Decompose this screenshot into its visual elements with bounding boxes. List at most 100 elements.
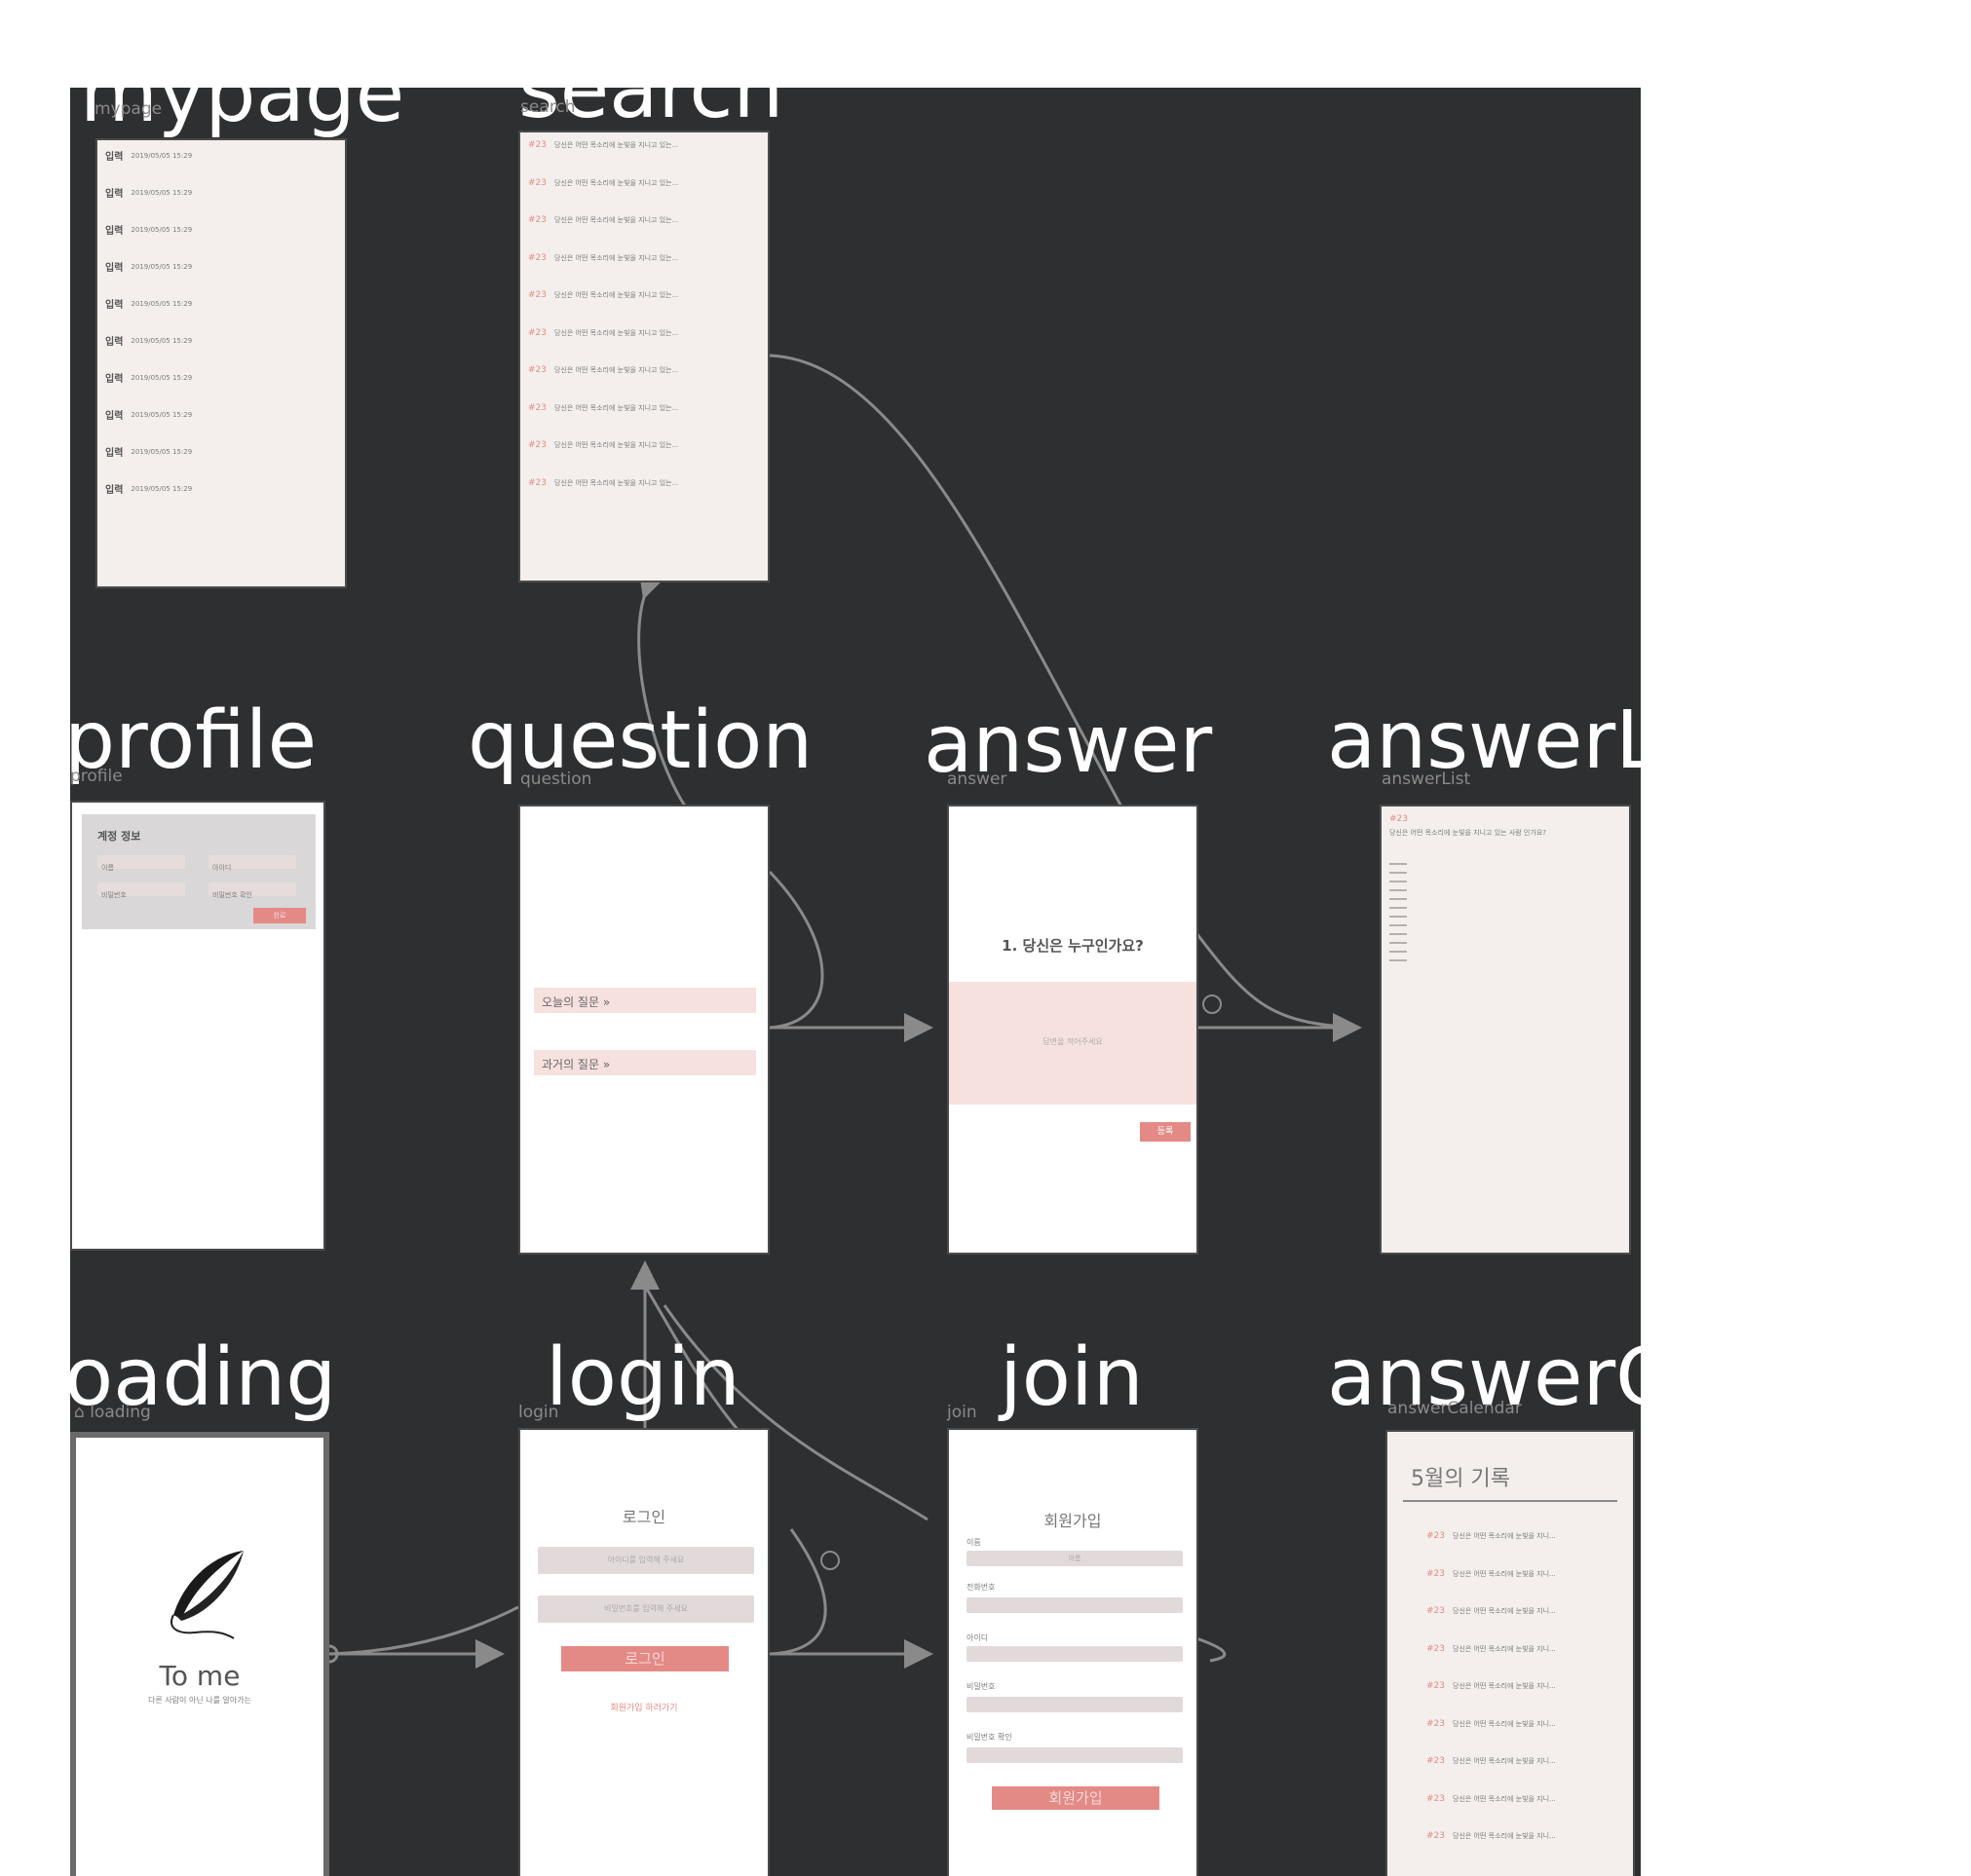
calendar-row[interactable]: #23 당신은 어떤 목소리에 눈빛을 지니... <box>1426 1794 1623 1804</box>
mypage-row[interactable]: 입력 2019/05/05 15:29 <box>105 185 337 201</box>
answerlist-entry-line <box>1389 872 1407 874</box>
profile-card: 계정 정보 이름 아이디 비밀번호 비밀번호 확인 완료 <box>82 814 316 929</box>
answerlist-entry-line <box>1389 916 1407 918</box>
row-number: #23 <box>1426 1718 1445 1729</box>
calendar-row[interactable]: #23 당신은 어떤 목소리에 눈빛을 지니... <box>1426 1831 1623 1841</box>
join-phone-input[interactable] <box>967 1597 1183 1613</box>
mypage-row[interactable]: 입력 2019/05/05 15:29 <box>105 222 337 238</box>
mypage-row[interactable]: 입력 2019/05/05 15:29 <box>105 370 337 386</box>
join-password-check-input[interactable] <box>967 1747 1183 1763</box>
screen-question[interactable]: 오늘의 질문 » 과거의 질문 » <box>518 805 770 1255</box>
search-row[interactable]: #23 당신은 어떤 목소리에 눈빛을 지니고 있는... <box>528 403 760 413</box>
row-number: #23 <box>1426 1831 1445 1841</box>
row-question: 당신은 어떤 목소리에 눈빛을 지니고 있는... <box>554 328 679 337</box>
row-number: #23 <box>1426 1531 1445 1541</box>
row-number: #23 <box>528 140 547 150</box>
search-row[interactable]: #23 당신은 어떤 목소리에 눈빛을 지니고 있는... <box>528 478 760 488</box>
screen-answercalendar[interactable]: 5월의 기록 #23 당신은 어떤 목소리에 눈빛을 지니... #23 당신은 어떤… <box>1385 1430 1635 1876</box>
small-label-login: login <box>518 1403 559 1422</box>
join-phone-label: 전화번호 <box>967 1583 996 1592</box>
search-row[interactable]: #23 당신은 어떤 목소리에 눈빛을 지니고 있는... <box>528 140 760 150</box>
small-label-answerlist: answerList <box>1382 769 1471 789</box>
calendar-row[interactable]: #23 당신은 어떤 목소리에 눈빛을 지니... <box>1426 1681 1623 1691</box>
row-number: #23 <box>528 402 547 413</box>
screen-join[interactable]: 회원가입 이름 이름 전화번호 아이디 비밀번호 비밀번호 확인 회원가입 <box>947 1428 1198 1876</box>
login-password-input[interactable]: 비밀번호를 입력해 주세요 <box>538 1595 754 1623</box>
login-id-input[interactable]: 아이디를 입력해 주세요 <box>538 1547 754 1574</box>
row-date: 2019/05/05 15:29 <box>131 299 193 308</box>
calendar-row[interactable]: #23 당신은 어떤 목소리에 눈빛을 지니... <box>1426 1644 1623 1654</box>
join-button[interactable]: 회원가입 <box>992 1786 1159 1810</box>
join-title: 회원가입 <box>1043 1512 1102 1530</box>
screen-answer[interactable]: 1. 당신은 누구인가요? 답변을 적어주세요 등록 <box>947 805 1198 1255</box>
mypage-row[interactable]: 입력 2019/05/05 15:29 <box>105 444 337 460</box>
join-id-input[interactable] <box>967 1646 1183 1662</box>
search-row[interactable]: #23 당신은 어떤 목소리에 눈빛을 지니고 있는... <box>528 215 760 225</box>
row-number: #23 <box>1426 1793 1445 1804</box>
screen-search[interactable]: #23 당신은 어떤 목소리에 눈빛을 지니고 있는... #23 당신은 어떤 목소… <box>518 131 770 582</box>
row-number: #23 <box>528 477 547 488</box>
mypage-row[interactable]: 입력 2019/05/05 15:29 <box>105 407 337 423</box>
calendar-row[interactable]: #23 당신은 어떤 목소리에 눈빛을 지니... <box>1426 1719 1623 1729</box>
mypage-row[interactable]: 입력 2019/05/05 15:29 <box>105 481 337 497</box>
small-label-question: question <box>520 769 592 789</box>
join-password-label: 비밀번호 <box>967 1682 996 1691</box>
search-row[interactable]: #23 당신은 어떤 목소리에 눈빛을 지니고 있는... <box>528 290 760 300</box>
calendar-divider <box>1403 1500 1617 1502</box>
calendar-row[interactable]: #23 당신은 어떤 목소리에 눈빛을 지니... <box>1426 1606 1623 1616</box>
search-row[interactable]: #23 당신은 어떤 목소리에 눈빛을 지니고 있는... <box>528 178 760 188</box>
search-row[interactable]: #23 당신은 어떤 목소리에 눈빛을 지니고 있는... <box>528 328 760 338</box>
row-number: #23 <box>1426 1756 1445 1766</box>
row-tag: 입력 <box>105 152 124 163</box>
calendar-row[interactable]: #23 당신은 어떤 목소리에 눈빛을 지니... <box>1426 1756 1623 1766</box>
answerlist-entries <box>1389 863 1407 968</box>
mypage-row[interactable]: 입력 2019/05/05 15:29 <box>105 148 337 164</box>
row-date: 2019/05/05 15:29 <box>131 336 193 345</box>
mypage-row[interactable]: 입력 2019/05/05 15:29 <box>105 259 337 275</box>
row-date: 2019/05/05 15:29 <box>131 188 193 197</box>
search-row[interactable]: #23 당신은 어떤 목소리에 눈빛을 지니고 있는... <box>528 253 760 263</box>
join-id-label: 아이디 <box>967 1633 989 1642</box>
profile-id-field[interactable]: 아이디 <box>208 855 296 872</box>
screen-mypage[interactable]: 입력 2019/05/05 15:29 입력 2019/05/05 15:29 입력 20… <box>95 138 347 588</box>
answer-input-area[interactable]: 답변을 적어주세요 <box>949 982 1196 1105</box>
profile-password-check-field[interactable]: 비밀번호 확인 <box>208 882 296 899</box>
small-label-mypage: mypage <box>95 99 163 119</box>
search-row[interactable]: #23 당신은 어떤 목소리에 눈빛을 지니고 있는... <box>528 365 760 375</box>
screen-profile[interactable]: 계정 정보 이름 아이디 비밀번호 비밀번호 확인 완료 <box>70 801 325 1251</box>
row-tag: 입력 <box>105 263 124 274</box>
navigation-graph-canvas[interactable]: mypage mypage 입력 2019/05/05 15:29 입력 2019/0… <box>70 88 1641 1876</box>
calendar-row[interactable]: #23 당신은 어떤 목소리에 눈빛을 지니... <box>1426 1531 1623 1541</box>
screen-login[interactable]: 로그인 아이디를 입력해 주세요 비밀번호를 입력해 주세요 로그인 회원가입 … <box>518 1428 770 1876</box>
join-name-input[interactable]: 이름 <box>967 1551 1183 1566</box>
row-question: 당신은 어떤 목소리에 눈빛을 지니고 있는... <box>554 178 679 187</box>
answerlist-entry-line <box>1389 863 1407 865</box>
mypage-row[interactable]: 입력 2019/05/05 15:29 <box>105 296 337 312</box>
answerlist-entry-line <box>1389 942 1407 944</box>
row-number: #23 <box>528 365 547 375</box>
answerlist-entry-line <box>1389 959 1407 961</box>
calendar-row[interactable]: #23 당신은 어떤 목소리에 눈빛을 지니... <box>1426 1569 1623 1579</box>
screen-answerlist[interactable]: #23 당신은 어떤 목소리에 눈빛을 지니고 있는 사람 인가요? <box>1380 805 1631 1255</box>
login-button[interactable]: 로그인 <box>561 1646 729 1671</box>
row-question: 당신은 어떤 목소리에 눈빛을 지니고 있는... <box>554 291 679 299</box>
profile-password-field[interactable]: 비밀번호 <box>97 882 185 899</box>
row-number: #23 <box>1426 1643 1445 1654</box>
row-tag: 입력 <box>105 374 124 385</box>
small-label-loading: ⌂ loading <box>74 1403 151 1422</box>
profile-name-field[interactable]: 이름 <box>97 855 185 872</box>
row-question: 당신은 어떤 목소리에 눈빛을 지니고 있는... <box>554 403 679 412</box>
row-date: 2019/05/05 15:29 <box>131 484 193 493</box>
mypage-row[interactable]: 입력 2019/05/05 15:29 <box>105 333 337 349</box>
row-question: 당신은 어떤 목소리에 눈빛을 지니... <box>1453 1832 1556 1840</box>
past-question-button[interactable]: 과거의 질문 » <box>534 1050 756 1075</box>
search-row[interactable]: #23 당신은 어떤 목소리에 눈빛을 지니고 있는... <box>528 440 760 450</box>
profile-done-button[interactable]: 완료 <box>253 908 306 923</box>
answer-submit-button[interactable]: 등록 <box>1140 1122 1191 1142</box>
profile-title: 계정 정보 <box>97 830 141 843</box>
login-join-link[interactable]: 회원가입 하러가기 <box>520 1701 768 1713</box>
today-question-button[interactable]: 오늘의 질문 » <box>534 988 756 1013</box>
screen-loading[interactable]: To me 다른 사람이 아닌 나를 알아가는 <box>70 1432 329 1876</box>
join-password-input[interactable] <box>967 1697 1183 1712</box>
row-tag: 입력 <box>105 448 124 459</box>
